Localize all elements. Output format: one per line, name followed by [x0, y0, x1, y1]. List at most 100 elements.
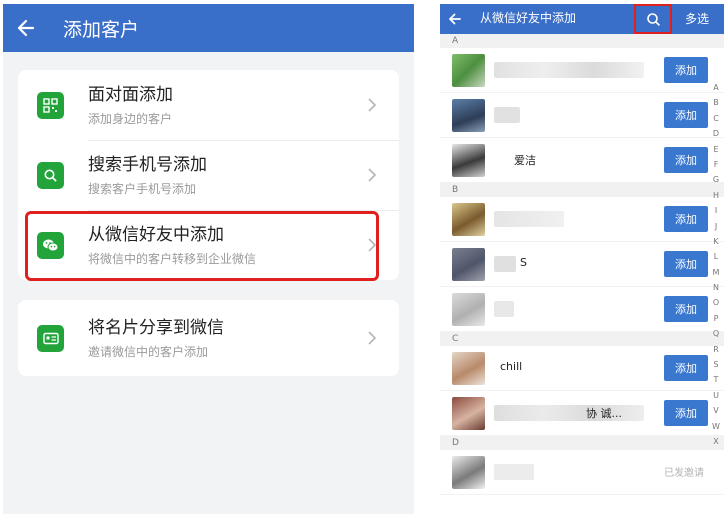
contact-list: A 添加 添加 爱洁 添加 B 添加 S 添加 添加 C chill 添加 协 …: [440, 34, 724, 495]
index-letter[interactable]: W: [710, 419, 722, 434]
index-letter[interactable]: N: [710, 280, 722, 295]
blurred-name: [494, 107, 520, 123]
top-bar: 从微信好友中添加 多选: [440, 4, 724, 34]
search-button[interactable]: [634, 4, 672, 34]
contact-row[interactable]: 添加: [440, 287, 724, 332]
back-button[interactable]: [3, 4, 49, 52]
add-button[interactable]: 添加: [664, 251, 708, 277]
avatar: [452, 99, 485, 132]
contact-name: 爱洁: [514, 154, 536, 167]
option-share-card[interactable]: 将名片分享到微信 邀请微信中的客户添加: [18, 300, 399, 376]
blurred-name: [494, 256, 516, 272]
add-customer-screen: 添加客户 面对面添加 添加身边的客户 搜索手机号添加 搜索客户手机号添加 从微信…: [3, 4, 414, 514]
contact-row[interactable]: 添加: [440, 93, 724, 138]
page-title: 从微信好友中添加: [480, 11, 577, 25]
index-letter[interactable]: D: [710, 126, 722, 141]
option-text: 面对面添加 添加身边的客户: [88, 84, 357, 127]
chevron-right-icon: [357, 330, 387, 346]
option-title: 搜索手机号添加: [88, 154, 207, 175]
contact-name: 协 诚...: [586, 407, 622, 420]
index-letter[interactable]: F: [710, 157, 722, 172]
avatar: [452, 54, 485, 87]
wechat-friends-screen: 从微信好友中添加 多选 A 添加 添加 爱洁 添加 B 添加 S 添加 添加 C…: [440, 4, 724, 514]
avatar: [452, 293, 485, 326]
multi-select-button[interactable]: 多选: [685, 10, 709, 27]
section-header: A: [440, 34, 724, 48]
option-subtitle: 搜索客户手机号添加: [88, 181, 197, 196]
index-letter[interactable]: X: [710, 434, 722, 449]
index-letter[interactable]: O: [710, 295, 722, 310]
index-letter[interactable]: K: [710, 234, 722, 249]
top-bar: 添加客户: [3, 4, 414, 52]
index-letter[interactable]: Q: [710, 326, 722, 341]
chevron-right-icon: [357, 167, 387, 183]
contact-row[interactable]: 添加: [440, 197, 724, 242]
screenshot-stage: 添加客户 面对面添加 添加身边的客户 搜索手机号添加 搜索客户手机号添加 从微信…: [0, 0, 728, 518]
share-card: 将名片分享到微信 邀请微信中的客户添加: [18, 300, 399, 376]
add-button[interactable]: 添加: [664, 355, 708, 381]
add-button[interactable]: 添加: [664, 296, 708, 322]
back-arrow-icon: [17, 19, 35, 37]
index-letter[interactable]: S: [710, 357, 722, 372]
section-header: D: [440, 436, 724, 450]
add-button[interactable]: 添加: [664, 57, 708, 83]
contact-row[interactable]: 协 诚... 添加: [440, 391, 724, 436]
search-icon: [646, 12, 660, 26]
option-text: 将名片分享到微信 邀请微信中的客户添加: [88, 317, 357, 360]
option-text: 搜索手机号添加 搜索客户手机号添加: [88, 154, 357, 197]
add-button[interactable]: 添加: [664, 206, 708, 232]
contact-row[interactable]: 添加: [440, 48, 724, 93]
qrcode-icon: [37, 91, 64, 119]
index-letter[interactable]: M: [710, 265, 722, 280]
avatar: [452, 144, 485, 177]
back-button[interactable]: [446, 10, 464, 28]
contact-row[interactable]: 爱洁 添加: [440, 138, 724, 183]
option-face-to-face[interactable]: 面对面添加 添加身边的客户: [18, 70, 399, 140]
add-button[interactable]: 添加: [664, 400, 708, 426]
index-letter[interactable]: G: [710, 172, 722, 187]
page-title: 添加客户: [63, 18, 140, 41]
option-search-phone[interactable]: 搜索手机号添加 搜索客户手机号添加: [18, 140, 399, 210]
blurred-name: [494, 464, 534, 480]
index-letter[interactable]: L: [710, 249, 722, 264]
index-letter[interactable]: V: [710, 403, 722, 418]
index-letter[interactable]: J: [710, 219, 722, 234]
option-subtitle: 添加身边的客户: [88, 111, 173, 126]
index-letter[interactable]: R: [710, 342, 722, 357]
index-letter[interactable]: A: [710, 80, 722, 95]
chevron-right-icon: [357, 97, 387, 113]
avatar: [452, 456, 485, 489]
contact-row[interactable]: chill 添加: [440, 346, 724, 391]
option-subtitle: 邀请微信中的客户添加: [88, 344, 209, 359]
contact-name: S: [520, 256, 527, 269]
add-button[interactable]: 添加: [664, 147, 708, 173]
back-arrow-icon: [449, 13, 461, 25]
highlight-box: [25, 211, 379, 281]
index-letter[interactable]: U: [710, 388, 722, 403]
search-icon: [37, 161, 64, 189]
index-letter[interactable]: I: [710, 203, 722, 218]
index-letter[interactable]: P: [710, 311, 722, 326]
index-letter[interactable]: T: [710, 372, 722, 387]
index-letter[interactable]: E: [710, 142, 722, 157]
index-letter[interactable]: B: [710, 95, 722, 110]
contact-row[interactable]: S 添加: [440, 242, 724, 287]
option-title: 将名片分享到微信: [88, 317, 224, 338]
invited-status: 已发邀请: [664, 468, 704, 479]
contact-name: chill: [500, 360, 523, 373]
index-letter[interactable]: C: [710, 111, 722, 126]
option-title: 面对面添加: [88, 84, 173, 105]
section-header: C: [440, 332, 724, 346]
avatar: [452, 397, 485, 430]
add-button[interactable]: 添加: [664, 102, 708, 128]
contact-row[interactable]: 已发邀请: [440, 450, 724, 495]
card-icon: [37, 324, 64, 352]
blurred-name: [494, 301, 514, 317]
alphabet-index[interactable]: A B C D E F G H I J K L M N O P Q R S T …: [710, 80, 722, 449]
blurred-name: [494, 62, 644, 78]
blurred-name: [494, 211, 564, 227]
avatar: [452, 203, 485, 236]
avatar: [452, 352, 485, 385]
index-letter[interactable]: H: [710, 188, 722, 203]
section-header: B: [440, 183, 724, 197]
